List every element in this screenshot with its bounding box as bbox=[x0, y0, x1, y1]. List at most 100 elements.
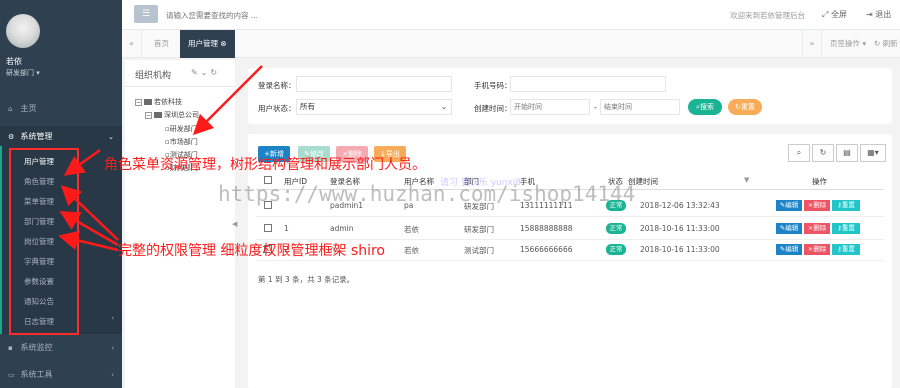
tab-next-button[interactable]: » bbox=[802, 30, 822, 58]
cell-dept: 研发部门 bbox=[464, 225, 494, 234]
tab-prev-button[interactable]: « bbox=[122, 30, 142, 58]
fullscreen-label: 全屏 bbox=[830, 10, 847, 19]
row-reset-label: 重置 bbox=[841, 201, 855, 209]
refresh-icon: ↻ bbox=[874, 39, 881, 48]
row-delete-button[interactable]: ×删除 bbox=[804, 244, 830, 255]
tree-node-company-label: 深圳总公司 bbox=[164, 111, 199, 119]
row-reset-button[interactable]: ⚷重置 bbox=[832, 200, 860, 211]
nav-system-tools[interactable]: ▭ 系统工具 ‹ bbox=[0, 364, 122, 386]
refresh-icon[interactable]: ↻ bbox=[210, 68, 220, 77]
table-toggle-view-button[interactable]: ▤ bbox=[836, 144, 858, 162]
table-columns-button[interactable]: ▦▾ bbox=[860, 144, 886, 162]
login-name-label: 登录名称： bbox=[258, 81, 296, 90]
reset-button-label: 重置 bbox=[740, 103, 755, 111]
end-time-input[interactable] bbox=[600, 99, 680, 115]
tab-home[interactable]: 首页 bbox=[146, 30, 177, 58]
tree-tools: ✎⌄↻ bbox=[191, 68, 220, 77]
row-reset-button[interactable]: ⚷重置 bbox=[832, 223, 860, 234]
cell-user-name: 若依 bbox=[404, 225, 419, 234]
search-form-panel: 登录名称： 手机号码： 用户状态： 所有 ⌄ 创建时间： - ⌕搜索 ↻重置 bbox=[248, 68, 892, 124]
row-reset-label: 重置 bbox=[841, 224, 855, 232]
nav-home-label: 主页 bbox=[20, 104, 37, 113]
row-divider bbox=[256, 260, 884, 261]
nav-system-tools-label: 系统工具 bbox=[20, 370, 53, 379]
nav-system-management[interactable]: ⚙ 系统管理 ⌄ bbox=[0, 126, 122, 148]
row-checkbox[interactable] bbox=[264, 224, 272, 232]
row-delete-label: 删除 bbox=[813, 245, 827, 253]
refresh-button[interactable]: ↻ 刷新 bbox=[874, 30, 898, 58]
start-time-input[interactable] bbox=[510, 99, 590, 115]
logout-icon: ⇥ bbox=[866, 10, 873, 19]
tree-node-dept[interactable]: ▫市场部门 bbox=[165, 137, 198, 147]
table-search-button[interactable]: ⌕ bbox=[788, 144, 810, 162]
create-time-label: 创建时间： bbox=[474, 104, 512, 113]
row-delete-label: 删除 bbox=[813, 224, 827, 232]
expand-icon: ⤢ bbox=[822, 10, 829, 19]
table-refresh-button[interactable]: ↻ bbox=[812, 144, 834, 162]
reset-button[interactable]: ↻重置 bbox=[728, 99, 762, 115]
cell-user-id: 1 bbox=[284, 224, 289, 233]
nav-system-management-label: 系统管理 bbox=[20, 132, 53, 141]
folder-icon bbox=[144, 99, 152, 105]
user-dept-dropdown[interactable]: 研发部门 ▾ bbox=[6, 68, 40, 78]
menu-toggle-button[interactable]: ☰ bbox=[134, 5, 158, 23]
close-icon[interactable]: ⊗ bbox=[220, 39, 226, 48]
chevron-left-icon: ‹ bbox=[111, 314, 114, 322]
welcome-text: 欢迎来到若依管理后台 bbox=[730, 11, 805, 20]
phone-input[interactable] bbox=[510, 76, 666, 92]
tree-node-root-label: 若依科技 bbox=[154, 98, 182, 106]
folder-icon bbox=[154, 112, 162, 118]
tree-node-dept-label: 研发部门 bbox=[169, 125, 198, 133]
search-button-label: 搜索 bbox=[699, 103, 714, 111]
fullscreen-button[interactable]: ⤢ 全屏 bbox=[822, 9, 847, 20]
row-edit-button[interactable]: ✎编辑 bbox=[776, 200, 802, 211]
tab-user-management[interactable]: 用户管理 ⊗ bbox=[180, 30, 235, 58]
row-delete-button[interactable]: ×删除 bbox=[804, 200, 830, 211]
refresh-label: 刷新 bbox=[882, 39, 898, 48]
edit-icon[interactable]: ✎ bbox=[191, 68, 201, 77]
chevron-down-icon: ⌄ bbox=[440, 102, 447, 111]
row-reset-button[interactable]: ⚷重置 bbox=[832, 244, 860, 255]
panel-collapse-icon[interactable]: ◀ bbox=[232, 220, 237, 228]
chevron-left-icon: ‹ bbox=[111, 344, 114, 352]
collapse-icon[interactable]: − bbox=[135, 98, 142, 106]
refresh-icon: ↻ bbox=[819, 148, 827, 157]
row-delete-button[interactable]: ×删除 bbox=[804, 223, 830, 234]
tree-title: 组织机构 bbox=[135, 71, 172, 81]
row-edit-button[interactable]: ✎编辑 bbox=[776, 244, 802, 255]
logout-button[interactable]: ⇥ 退出 bbox=[866, 9, 891, 20]
nav-system-monitor[interactable]: ▪ 系统监控 ‹ bbox=[0, 337, 122, 359]
tree-node-dept-label: 市场部门 bbox=[169, 138, 198, 146]
pagination-info: 第 1 到 3 条，共 3 条记录。 bbox=[258, 275, 355, 284]
gear-icon: ⚙ bbox=[8, 133, 15, 141]
tree-divider bbox=[125, 86, 235, 87]
annotation-box bbox=[9, 148, 79, 335]
watermark-url: https://www.huzhan.com/ishop14144 bbox=[218, 182, 636, 206]
status-select-value: 所有 bbox=[300, 102, 315, 111]
chevron-down-icon[interactable]: ⌄ bbox=[201, 68, 211, 77]
row-edit-button[interactable]: ✎编辑 bbox=[776, 223, 802, 234]
annotation-text: 角色菜单资源管理，树形结构管理和展示部门人员。 bbox=[104, 157, 426, 173]
tree-node-dept[interactable]: ▫研发部门 bbox=[165, 124, 198, 134]
status-select[interactable]: 所有 ⌄ bbox=[296, 99, 452, 115]
user-name: 若依 bbox=[6, 57, 22, 66]
list-icon: ▤ bbox=[843, 148, 851, 157]
logout-label: 退出 bbox=[875, 10, 892, 19]
columns-icon: ▦▾ bbox=[867, 148, 879, 157]
search-input[interactable] bbox=[166, 7, 426, 23]
search-button[interactable]: ⌕搜索 bbox=[688, 99, 722, 115]
topbar: ☰ 欢迎来到若依管理后台 ⤢ 全屏 ⇥ 退出 bbox=[122, 0, 900, 30]
org-tree-panel: 组织机构 ✎⌄↻ − 若依科技 − 深圳总公司 ▫研发部门 ▫市场部门 ▫测试部门 … bbox=[125, 60, 235, 388]
home-icon: ⌂ bbox=[8, 105, 13, 113]
avatar[interactable] bbox=[6, 14, 40, 48]
tree-node-company[interactable]: − 深圳总公司 bbox=[145, 110, 199, 120]
wrench-icon: ▭ bbox=[8, 371, 15, 379]
collapse-icon[interactable]: − bbox=[145, 111, 152, 119]
sort-desc-icon[interactable]: ▼ bbox=[744, 176, 749, 184]
tab-operations-dropdown[interactable]: 页签操作 ▾ bbox=[830, 30, 866, 58]
cell-create-time: 2018-10-16 11:33:00 bbox=[640, 224, 720, 233]
nav-home[interactable]: ⌂ 主页 bbox=[0, 98, 122, 120]
status-badge: 正常 bbox=[606, 244, 626, 255]
tree-node-root[interactable]: − 若依科技 bbox=[135, 97, 182, 107]
login-name-input[interactable] bbox=[296, 76, 452, 92]
